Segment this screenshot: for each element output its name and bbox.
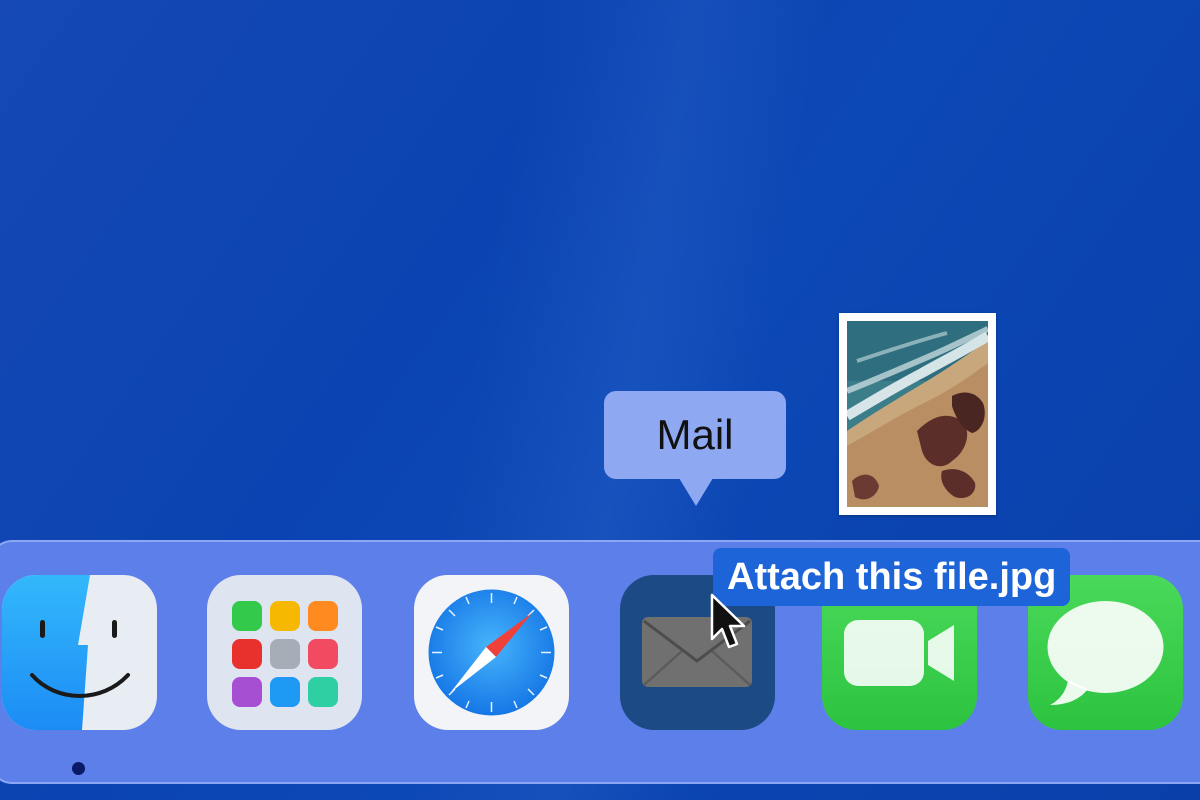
launchpad-tile — [232, 601, 262, 631]
launchpad-tile — [308, 601, 338, 631]
beach-aerial-photo — [847, 321, 988, 507]
safari-icon — [428, 589, 555, 716]
finder-icon — [30, 620, 130, 698]
dragged-file-thumbnail[interactable] — [839, 313, 996, 515]
launchpad-dock-icon[interactable] — [207, 575, 362, 730]
dock-tooltip-label: Mail — [656, 411, 734, 458]
launchpad-tile — [308, 677, 338, 707]
launchpad-tile — [308, 639, 338, 669]
desktop: Mail Attach this file.jpg — [0, 0, 1200, 800]
launchpad-tile — [270, 601, 300, 631]
dock-tooltip: Mail — [604, 391, 786, 479]
launchpad-tile — [270, 639, 300, 669]
dock-tooltip-arrow — [679, 478, 713, 506]
launchpad-tile — [270, 677, 300, 707]
launchpad-tile — [232, 677, 262, 707]
cursor-icon — [710, 593, 746, 649]
dragged-file-name-label: Attach this file.jpg — [713, 548, 1071, 606]
launchpad-tile — [232, 639, 262, 669]
finder-running-indicator — [72, 762, 85, 775]
finder-dock-icon[interactable] — [2, 575, 157, 730]
safari-dock-icon[interactable] — [414, 575, 569, 730]
